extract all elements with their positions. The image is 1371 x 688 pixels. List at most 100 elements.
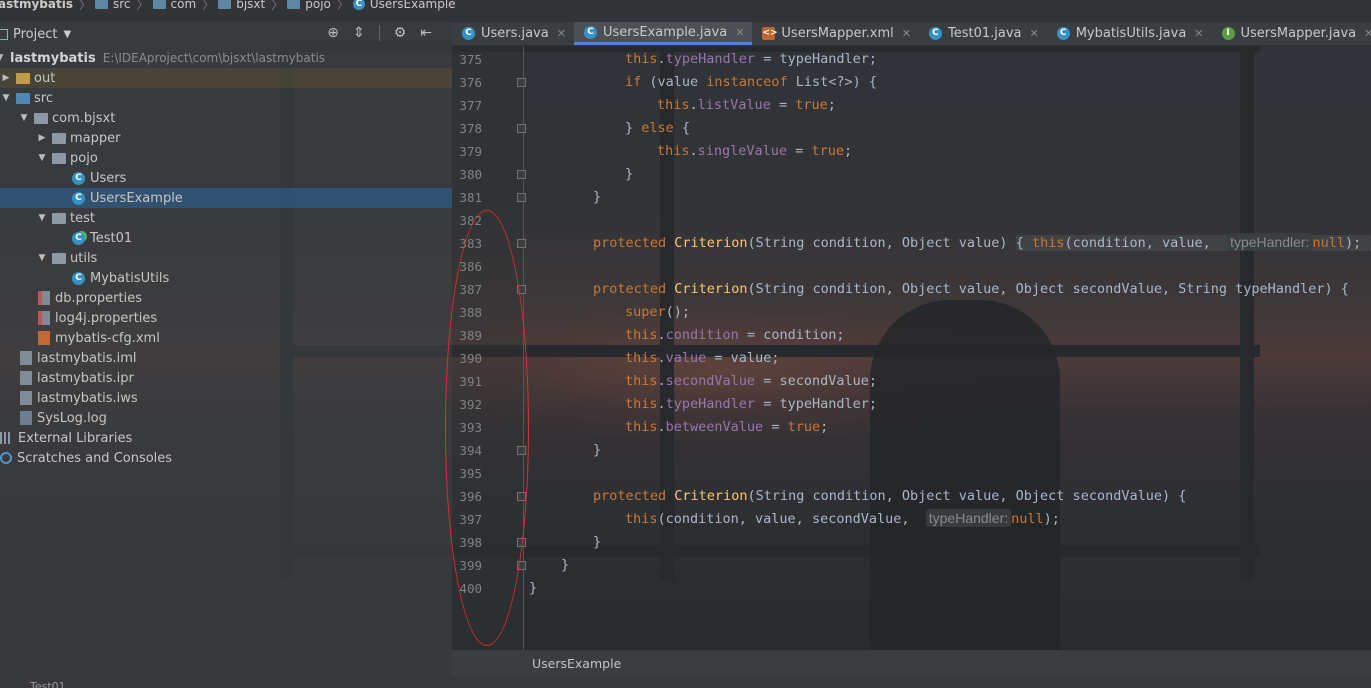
tab-usersexample-java[interactable]: C UsersExample.java ✕ — [574, 22, 753, 45]
tab-usersmapper-java[interactable]: I UsersMapper.java ✕ — [1212, 22, 1371, 45]
chevron-down-icon[interactable]: ▼ — [0, 53, 6, 63]
gear-icon[interactable]: ⚙ — [394, 25, 407, 41]
tree-item-src[interactable]: ▼ src — [0, 88, 452, 108]
editor-breadcrumb: UsersExample — [452, 650, 1371, 676]
chevron-right-icon[interactable]: ▶ — [36, 133, 48, 143]
tree-item-external-libraries[interactable]: External Libraries — [0, 428, 452, 448]
tree-item-users[interactable]: C Users — [0, 168, 452, 188]
tree-item-iws[interactable]: lastmybatis.iws — [0, 388, 452, 408]
project-view-selector[interactable]: Project — [13, 27, 57, 42]
tree-item-label: log4j.properties — [55, 310, 158, 326]
tree-item-mybatisutils[interactable]: C MybatisUtils — [0, 268, 452, 288]
tree-item-label: lastmybatis.ipr — [37, 370, 134, 386]
code-line: this.listValue = true; — [657, 97, 836, 113]
tree-item-out[interactable]: ▶ out — [0, 68, 452, 88]
tab-test01-run[interactable]: Test01 — [30, 680, 66, 688]
collapse-all-icon[interactable]: ⇕ — [353, 25, 365, 41]
tree-item-com-bjsxt[interactable]: ▼ com.bjsxt — [0, 108, 452, 128]
breadcrumb-item[interactable]: src 〉 — [91, 0, 149, 12]
breadcrumb-item[interactable]: pojo 〉 — [283, 0, 349, 12]
tree-item-label: mybatis-cfg.xml — [55, 330, 160, 346]
tab-label: Users.java — [481, 26, 549, 41]
tree-item-lastmybatis[interactable]: ▼ lastmybatis E:\IDEAproject\com\bjsxt\l… — [0, 48, 452, 68]
hide-icon[interactable]: ⇤ — [420, 25, 432, 41]
tab-test01-java[interactable]: C Test01.java ✕ — [919, 22, 1047, 45]
chevron-down-icon[interactable]: ▼ — [63, 29, 71, 40]
tree-item-label: out — [34, 70, 56, 86]
tree-item-label: mapper — [70, 130, 121, 146]
tree-item-utils[interactable]: ▼ utils — [0, 248, 452, 268]
tab-label: UsersMapper.xml — [781, 26, 894, 41]
run-tool-window-tabs: Test01 — [0, 676, 1371, 688]
tree-item-mapper[interactable]: ▶ mapper — [0, 128, 452, 148]
tree-item-ipr[interactable]: lastmybatis.ipr — [0, 368, 452, 388]
chevron-down-icon[interactable]: ▼ — [0, 93, 12, 103]
line-number: 381 — [459, 190, 482, 205]
tree-item-mybatis-cfg[interactable]: mybatis-cfg.xml — [0, 328, 452, 348]
tree-item-label: Scratches and Consoles — [17, 450, 173, 466]
close-icon[interactable]: ✕ — [735, 26, 744, 39]
tree-item-label: MybatisUtils — [90, 270, 170, 286]
breadcrumb-item[interactable]: com 〉 — [149, 0, 214, 12]
folder-icon — [218, 0, 232, 9]
tab-users-java[interactable]: C Users.java ✕ — [452, 22, 574, 45]
tree-item-scratches[interactable]: Scratches and Consoles — [0, 448, 452, 468]
code-line: super(); — [625, 304, 691, 320]
code-line: } — [625, 166, 634, 182]
locate-file-icon[interactable]: ⊕ — [327, 25, 339, 41]
tree-item-db-properties[interactable]: db.properties — [0, 288, 452, 308]
tree-item-label: src — [34, 90, 53, 106]
breadcrumb-item[interactable]: C UsersExample — [349, 0, 456, 11]
code-line: this.condition = condition; — [625, 327, 845, 343]
close-icon[interactable]: ✕ — [1364, 27, 1371, 40]
package-icon — [52, 252, 66, 264]
close-icon[interactable]: ✕ — [557, 27, 566, 40]
xml-icon: <> — [762, 27, 778, 40]
line-number: 379 — [459, 144, 482, 159]
close-icon[interactable]: ✕ — [1029, 27, 1038, 40]
tree-item-iml[interactable]: lastmybatis.iml — [0, 348, 452, 368]
folded-code[interactable]: { this(condition, value, typeHandler: nul… — [1015, 233, 1371, 251]
tab-label: UsersMapper.java — [1240, 26, 1357, 41]
tab-usersmapper-xml[interactable]: <> UsersMapper.xml ✕ — [752, 22, 919, 45]
breadcrumb-class[interactable]: UsersExample — [532, 656, 621, 671]
class-icon: C — [352, 0, 365, 10]
code-line: protected Criterion(String condition, Ob… — [529, 232, 1371, 255]
chevron-right-icon[interactable]: ▶ — [0, 73, 12, 83]
package-icon — [34, 112, 48, 124]
close-icon[interactable]: ✕ — [902, 27, 911, 40]
code-line: protected Criterion(String condition, Ob… — [593, 488, 1187, 504]
tree-item-pojo[interactable]: ▼ pojo — [0, 148, 452, 168]
line-number: 375 — [459, 52, 482, 67]
breadcrumb-item[interactable]: astmybatis 〉 — [0, 0, 91, 12]
code-line: this(condition, value, secondValue, type… — [625, 509, 1060, 527]
tree-item-test01[interactable]: C Test01 — [0, 228, 452, 248]
code-line: if (value instanceof List<?>) { — [625, 74, 877, 90]
code-line: this.secondValue = secondValue; — [625, 373, 877, 389]
toolbar-separator — [378, 25, 380, 41]
tree-item-label: lastmybatis.iml — [37, 350, 137, 366]
close-icon[interactable]: ✕ — [1194, 27, 1203, 40]
tree-item-log4j-properties[interactable]: log4j.properties — [0, 308, 452, 328]
breadcrumb-item[interactable]: bjsxt 〉 — [214, 0, 283, 12]
project-tree: ▼ lastmybatis E:\IDEAproject\com\bjsxt\l… — [0, 48, 452, 468]
workspace-file-icon — [20, 391, 32, 405]
code-editor[interactable]: this.typeHandler = typeHandler; if (valu… — [525, 48, 1371, 650]
code-line: this.singleValue = true; — [657, 143, 853, 159]
tree-item-usersexample[interactable]: C UsersExample — [0, 188, 452, 208]
tree-item-test[interactable]: ▼ test — [0, 208, 452, 228]
code-line: } — [593, 442, 602, 458]
tree-item-syslog[interactable]: SysLog.log — [0, 408, 452, 428]
chevron-down-icon[interactable]: ▼ — [36, 213, 48, 223]
chevron-down-icon[interactable]: ▼ — [36, 153, 48, 163]
xml-file-icon — [38, 331, 50, 345]
source-folder-icon — [16, 92, 30, 104]
runnable-class-icon: C — [72, 231, 85, 245]
code-line: } — [529, 580, 538, 596]
chevron-down-icon[interactable]: ▼ — [18, 113, 30, 123]
tab-mybatisutils-java[interactable]: C MybatisUtils.java ✕ — [1047, 22, 1212, 45]
editor-tab-bar: C Users.java ✕ C UsersExample.java ✕ <> … — [452, 22, 1371, 46]
tree-item-label: utils — [70, 250, 98, 266]
chevron-down-icon[interactable]: ▼ — [36, 253, 48, 263]
tree-item-label: com.bjsxt — [52, 110, 116, 126]
